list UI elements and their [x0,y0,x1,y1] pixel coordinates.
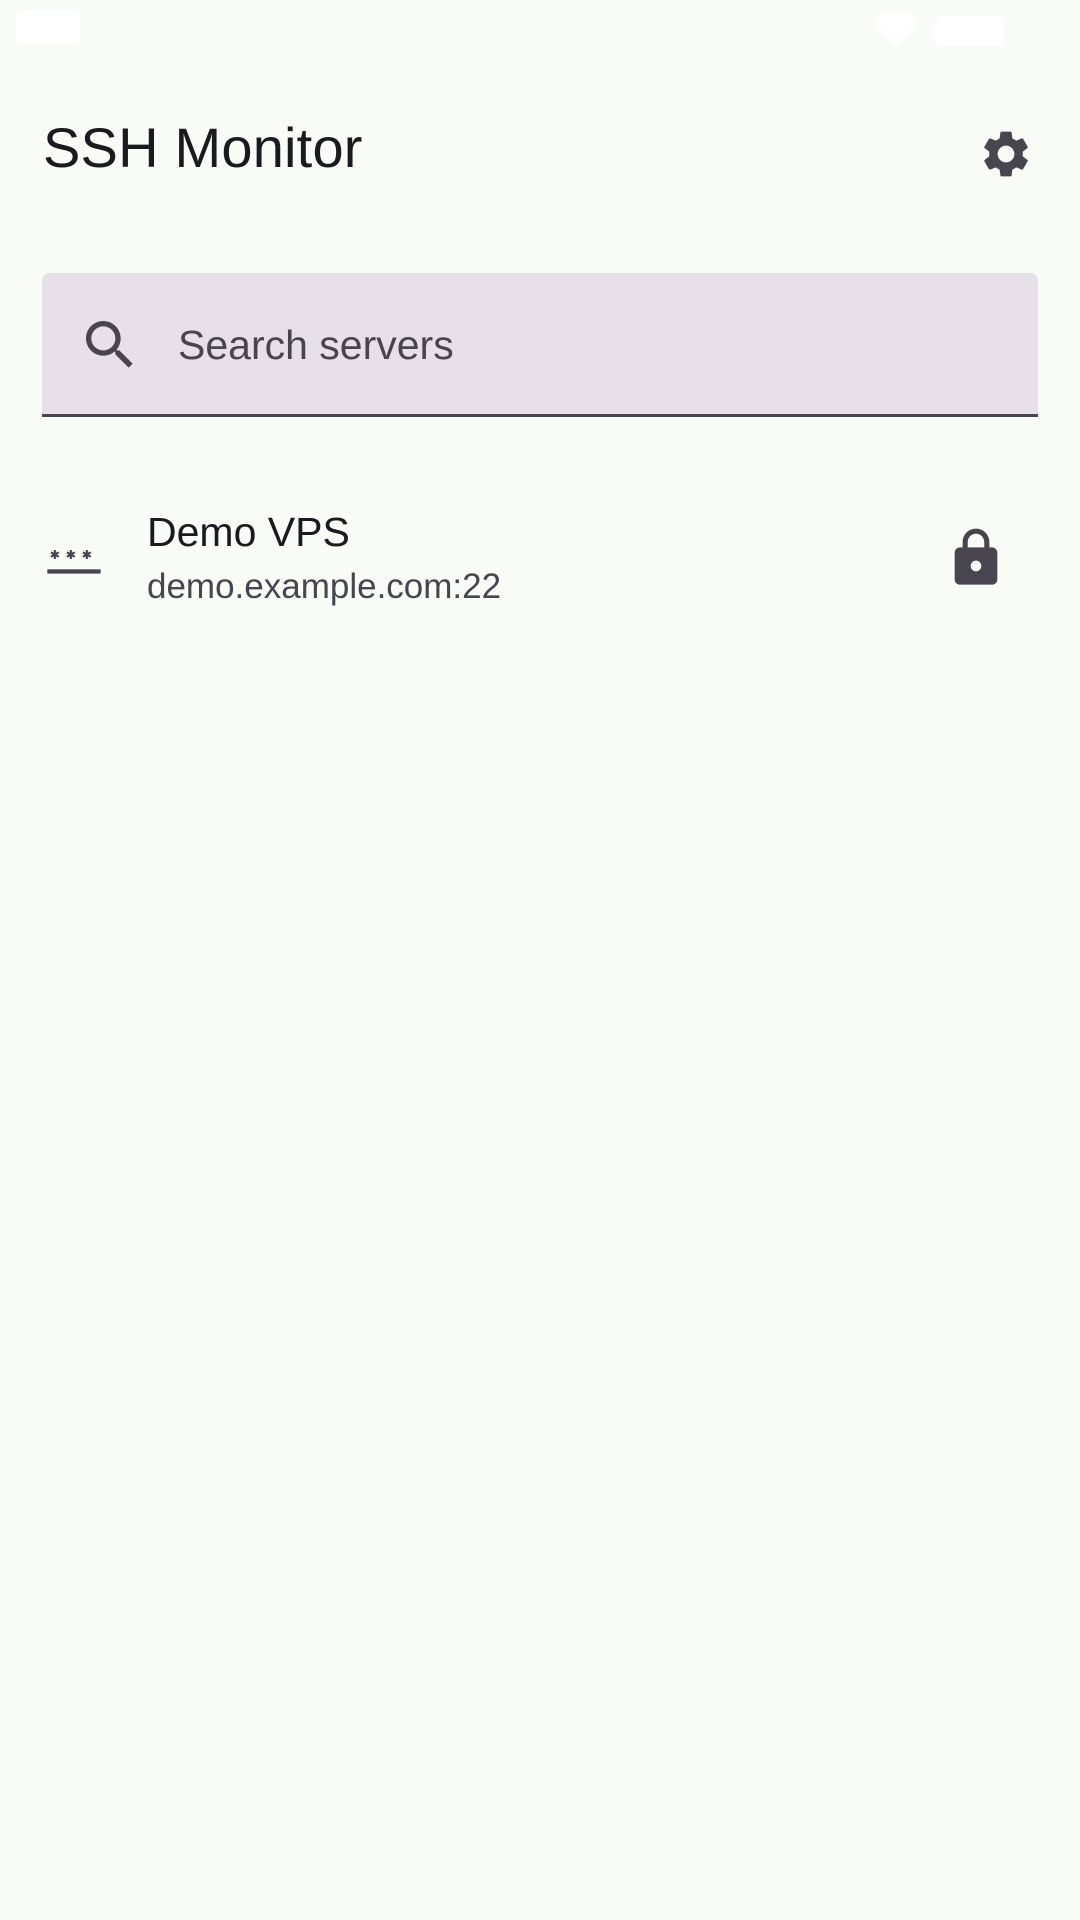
gear-icon [984,131,1028,177]
status-bar [0,0,1080,60]
top-app-bar: SSH Monitor [0,80,1080,216]
wifi-icon [873,12,919,46]
lock-icon [954,528,998,585]
search-bar[interactable] [42,273,1038,417]
list-item[interactable]: Demo VPS demo.example.com:22 [0,480,1080,632]
search-icon [86,321,133,368]
battery-icon [934,16,1004,46]
status-clock [16,10,80,44]
server-name: Demo VPS [147,509,350,555]
screen: SSH Monitor Demo VPS demo.example.com: [0,0,1080,1920]
page-title: SSH Monitor [43,116,363,179]
search-input[interactable] [178,303,998,387]
settings-button[interactable] [966,114,1046,194]
password-icon [47,550,101,574]
server-address: demo.example.com:22 [147,567,502,606]
server-list: Demo VPS demo.example.com:22 [0,480,1080,632]
